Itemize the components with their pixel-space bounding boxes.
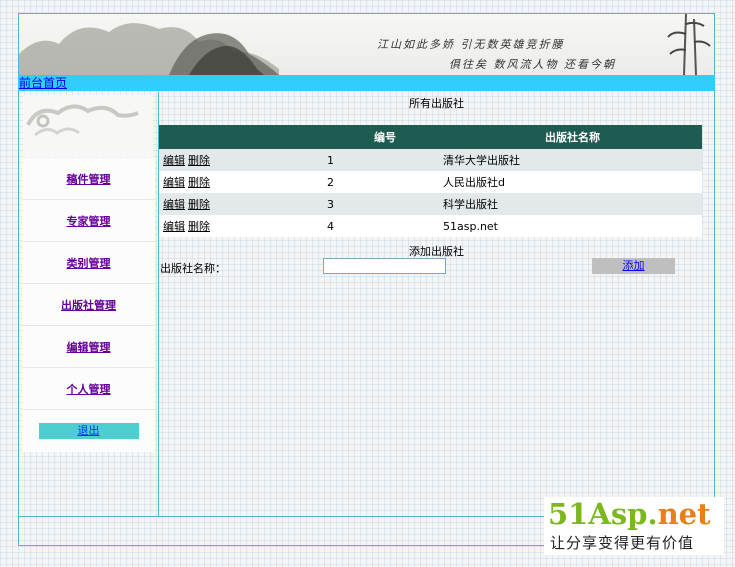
menu-item-personal[interactable]: 个人管理	[22, 368, 155, 410]
header-banner: 江山如此多娇 引无数英雄竞折腰 俱往矣 数风流人物 还看今朝	[19, 14, 714, 75]
edit-link[interactable]: 编辑	[163, 220, 185, 233]
row-name: 51asp.net	[443, 215, 702, 237]
menu-link[interactable]: 出版社管理	[61, 297, 116, 313]
menu-link[interactable]: 个人管理	[67, 381, 111, 397]
publisher-table: 编号 出版社名称 编辑 删除 1 清华大学出版社 编辑 删除 2 人民出版社d 编辑…	[159, 125, 702, 237]
add-button[interactable]: 添加	[592, 258, 675, 274]
watermark-logo: 51Asp.net	[548, 497, 711, 531]
add-publisher-title: 添加出版社	[409, 245, 464, 258]
site-watermark: 51Asp.net 让分享变得更有价值	[544, 497, 724, 555]
banner-poem-line-1: 江山如此多娇 引无数英雄竞折腰	[377, 38, 565, 51]
logout-button[interactable]: 退出	[38, 423, 139, 439]
publisher-name-label: 出版社名称：	[160, 262, 226, 275]
watermark-slogan: 让分享变得更有价值	[550, 534, 695, 552]
cloud-ornament-icon	[23, 95, 153, 157]
logout-container: 退出	[22, 410, 155, 452]
name-header: 出版社名称	[443, 125, 702, 149]
sidebar: 稿件管理 专家管理 类别管理 出版社管理 编辑管理 个人管理 退出	[19, 92, 159, 516]
row-actions: 编辑 删除	[159, 215, 327, 237]
menu-item-experts[interactable]: 专家管理	[22, 200, 155, 242]
row-id: 4	[327, 215, 443, 237]
watermark-brand-b: net	[657, 497, 711, 531]
table-row: 编辑 删除 1 清华大学出版社	[159, 149, 702, 171]
table-header-row: 编号 出版社名称	[159, 125, 702, 149]
menu-item-manuscripts[interactable]: 稿件管理	[22, 158, 155, 200]
row-name: 人民出版社d	[443, 171, 702, 193]
top-nav-bar: 前台首页	[18, 75, 715, 91]
logout-link[interactable]: 退出	[78, 424, 100, 437]
delete-link[interactable]: 删除	[188, 220, 210, 233]
publisher-name-input[interactable]	[323, 258, 446, 274]
add-publisher-form: 出版社名称： 添加	[159, 258, 714, 276]
add-link[interactable]: 添加	[623, 259, 645, 272]
banner-poem-line-2: 俱往矣 数风流人物 还看今朝	[449, 58, 616, 71]
row-id: 3	[327, 193, 443, 215]
menu-link[interactable]: 专家管理	[67, 213, 111, 229]
row-id: 1	[327, 149, 443, 171]
row-actions: 编辑 删除	[159, 193, 327, 215]
id-header: 编号	[327, 125, 443, 149]
delete-link[interactable]: 删除	[188, 176, 210, 189]
row-actions: 编辑 删除	[159, 149, 327, 171]
admin-menu: 稿件管理 专家管理 类别管理 出版社管理 编辑管理 个人管理 退出	[22, 158, 155, 452]
landscape-painting-icon	[19, 23, 279, 75]
watermark-brand-a: 51Asp.	[548, 497, 658, 531]
menu-link[interactable]: 编辑管理	[67, 339, 111, 355]
row-id: 2	[327, 171, 443, 193]
menu-item-categories[interactable]: 类别管理	[22, 242, 155, 284]
delete-link[interactable]: 删除	[188, 198, 210, 211]
bamboo-icon	[667, 14, 711, 75]
delete-link[interactable]: 删除	[188, 154, 210, 167]
table-row: 编辑 删除 2 人民出版社d	[159, 171, 702, 193]
edit-link[interactable]: 编辑	[163, 176, 185, 189]
publisher-list-title: 所有出版社	[409, 97, 464, 110]
main-content: 所有出版社 编号 出版社名称 编辑 删除 1 清华大学出版社 编辑 删除 2 人民出…	[159, 92, 714, 516]
menu-item-editors[interactable]: 编辑管理	[22, 326, 155, 368]
ops-header	[159, 125, 327, 149]
row-name: 清华大学出版社	[443, 149, 702, 171]
edit-link[interactable]: 编辑	[163, 198, 185, 211]
menu-link[interactable]: 稿件管理	[67, 171, 111, 187]
menu-link[interactable]: 类别管理	[67, 255, 111, 271]
edit-link[interactable]: 编辑	[163, 154, 185, 167]
row-name: 科学出版社	[443, 193, 702, 215]
table-row: 编辑 删除 4 51asp.net	[159, 215, 702, 237]
row-actions: 编辑 删除	[159, 171, 327, 193]
table-row: 编辑 删除 3 科学出版社	[159, 193, 702, 215]
menu-item-publishers[interactable]: 出版社管理	[22, 284, 155, 326]
home-link[interactable]: 前台首页	[19, 76, 67, 90]
